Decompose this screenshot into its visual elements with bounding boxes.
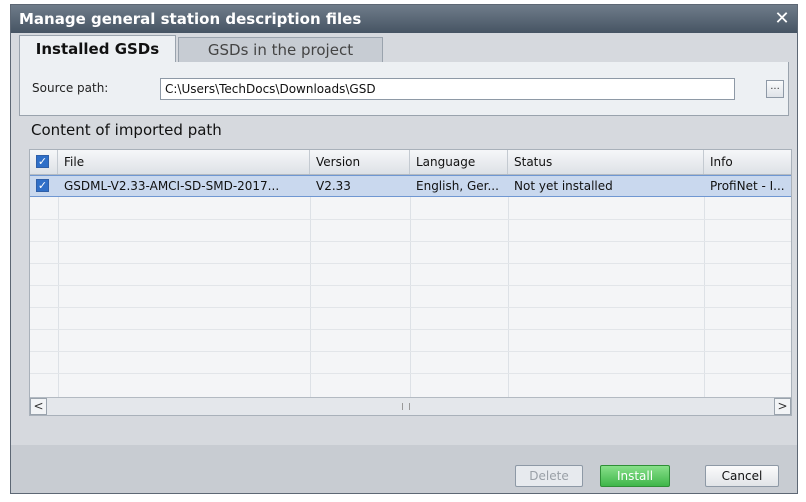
grid-line (704, 197, 705, 397)
row-info: ProfiNet - I... (710, 179, 785, 193)
row-status: Not yet installed (514, 179, 613, 193)
grid-line (410, 197, 411, 397)
scroll-thumb[interactable] (402, 403, 410, 410)
tab-installed-gsds[interactable]: Installed GSDs (19, 35, 176, 62)
table-header: ✓ File Version Language Status Info (30, 150, 791, 175)
table-row[interactable]: ✓ GSDML-V2.33-AMCI-SD-SMD-2017... V2.33 … (30, 175, 791, 197)
column-header-version[interactable]: Version (310, 150, 410, 174)
column-header-status[interactable]: Status (508, 150, 704, 174)
section-title: Content of imported path (31, 121, 222, 139)
grid-line (30, 329, 791, 330)
column-header-language[interactable]: Language (410, 150, 508, 174)
cancel-button[interactable]: Cancel (705, 465, 779, 487)
dialog-title: Manage general station description files (11, 5, 797, 33)
grid-line (58, 197, 59, 397)
browse-button[interactable]: ... (766, 80, 784, 98)
row-language: English, Ger... (416, 179, 499, 193)
source-path-panel: Source path: C:\Users\TechDocs\Downloads… (19, 62, 789, 116)
source-path-label: Source path: (32, 81, 109, 95)
gsd-table: ✓ File Version Language Status Info ✓ GS… (29, 149, 792, 416)
row-checkbox[interactable]: ✓ (36, 179, 49, 192)
row-version: V2.33 (316, 179, 351, 193)
grid-line (30, 241, 791, 242)
tab-gsds-in-project[interactable]: GSDs in the project (178, 37, 383, 62)
grid-line (310, 197, 311, 397)
grid-line (30, 351, 791, 352)
header-checkbox[interactable]: ✓ (36, 155, 49, 168)
grid-line (508, 197, 509, 397)
grid-line (30, 373, 791, 374)
column-header-file[interactable]: File (58, 150, 310, 174)
grid-line (30, 307, 791, 308)
row-file: GSDML-V2.33-AMCI-SD-SMD-2017... (64, 179, 280, 193)
horizontal-scrollbar[interactable]: < > (30, 397, 791, 415)
column-header-info[interactable]: Info (704, 150, 791, 174)
source-path-input[interactable]: C:\Users\TechDocs\Downloads\GSD (160, 78, 735, 100)
install-button[interactable]: Install (600, 465, 670, 487)
gsd-dialog: Manage general station description files… (10, 4, 798, 494)
scroll-left-icon[interactable]: < (30, 398, 47, 415)
delete-button[interactable]: Delete (515, 465, 583, 487)
grid-line (30, 219, 791, 220)
grid-line (30, 263, 791, 264)
scroll-right-icon[interactable]: > (774, 398, 791, 415)
header-checkbox-cell: ✓ (30, 150, 58, 174)
button-bar: Delete Install Cancel (11, 445, 797, 493)
close-icon[interactable]: ✕ (773, 5, 791, 33)
grid-line (30, 285, 791, 286)
